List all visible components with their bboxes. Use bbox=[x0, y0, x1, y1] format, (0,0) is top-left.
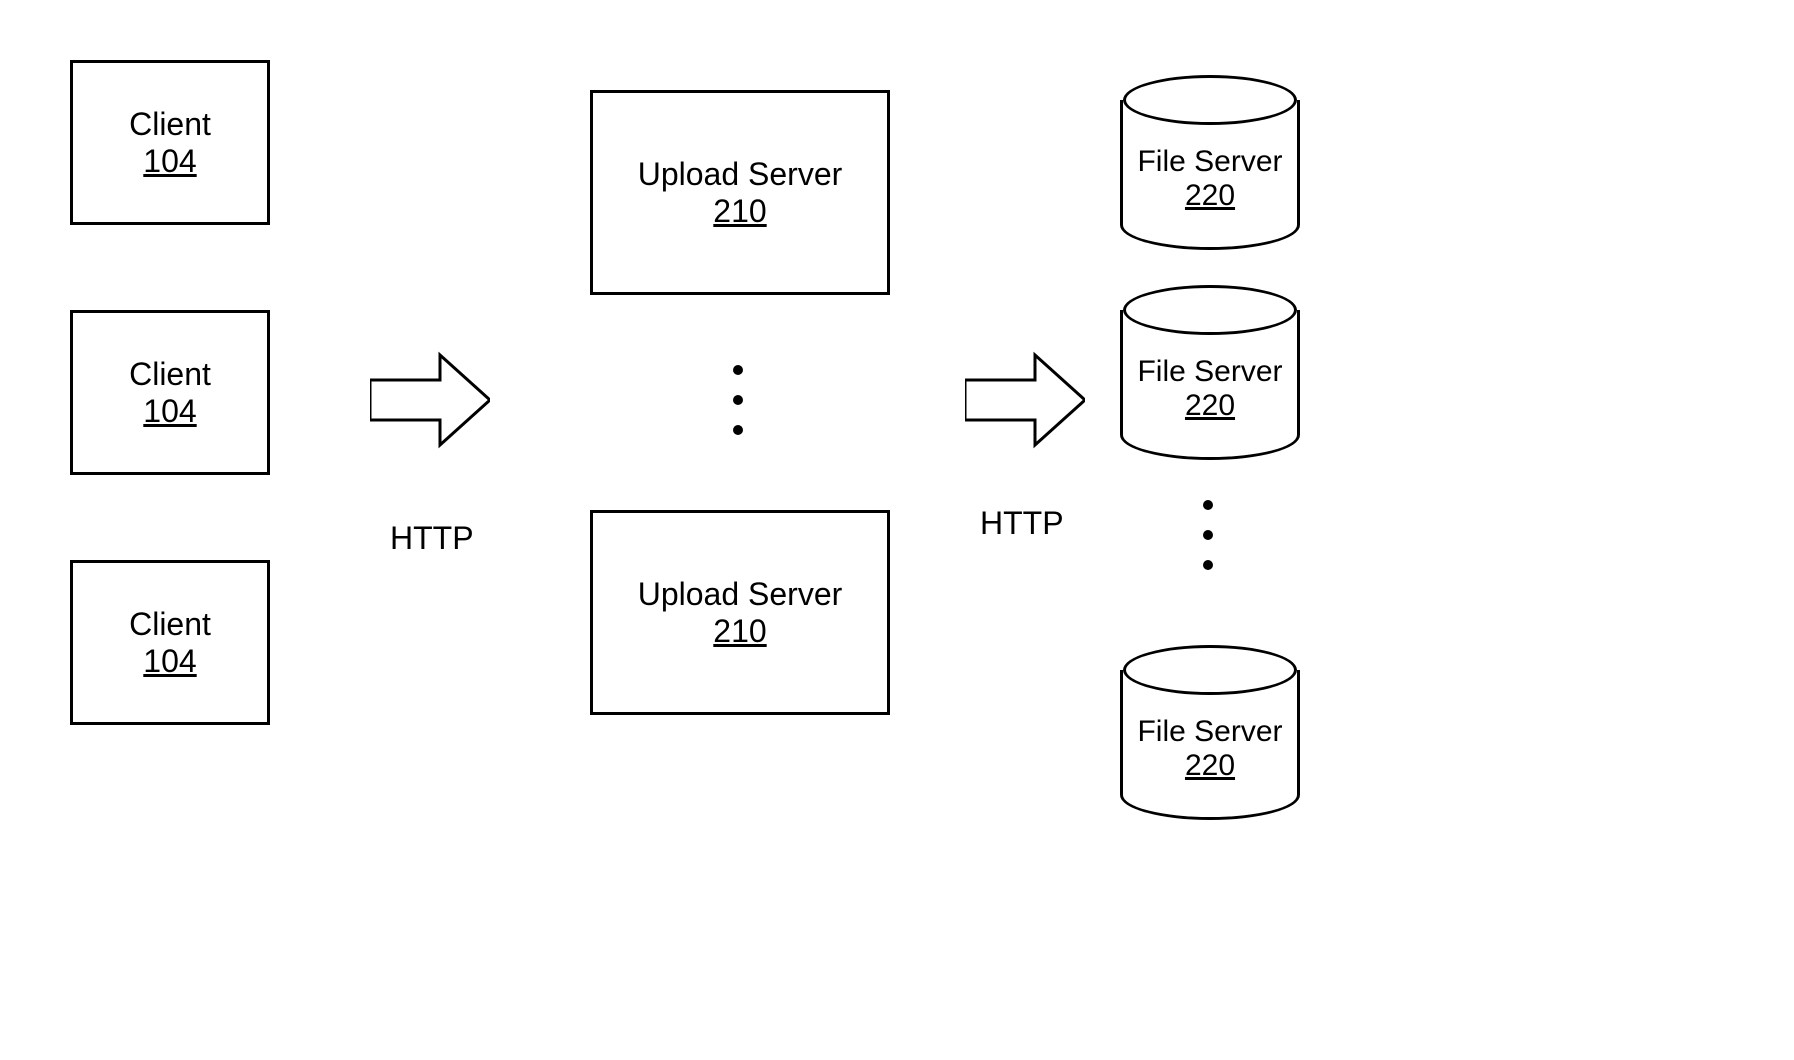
file-server-cylinder-2: File Server 220 bbox=[1120, 310, 1300, 460]
arrow-right-label: HTTP bbox=[980, 505, 1064, 542]
upload-server-box-1: Upload Server 210 bbox=[590, 90, 890, 295]
cylinder-top bbox=[1123, 75, 1297, 125]
client-label: Client bbox=[129, 606, 211, 643]
arrow-right-icon bbox=[965, 350, 1085, 450]
upload-server-label: Upload Server bbox=[638, 156, 843, 193]
dot-icon bbox=[733, 365, 743, 375]
file-server-number: 220 bbox=[1185, 749, 1235, 783]
cylinder-top bbox=[1123, 285, 1297, 335]
file-server-number: 220 bbox=[1185, 389, 1235, 423]
client-number: 104 bbox=[143, 393, 196, 430]
client-number: 104 bbox=[143, 143, 196, 180]
client-number: 104 bbox=[143, 643, 196, 680]
arrow-right bbox=[965, 350, 1085, 450]
upload-server-label: Upload Server bbox=[638, 576, 843, 613]
client-box-2: Client 104 bbox=[70, 310, 270, 475]
client-label: Client bbox=[129, 106, 211, 143]
file-server-cylinder-3: File Server 220 bbox=[1120, 670, 1300, 820]
upload-server-ellipsis bbox=[733, 365, 743, 435]
file-server-ellipsis bbox=[1203, 500, 1213, 570]
dot-icon bbox=[733, 395, 743, 405]
client-label: Client bbox=[129, 356, 211, 393]
arrow-left bbox=[370, 350, 490, 450]
arrow-left-label: HTTP bbox=[390, 520, 474, 557]
client-box-1: Client 104 bbox=[70, 60, 270, 225]
client-box-3: Client 104 bbox=[70, 560, 270, 725]
upload-server-box-2: Upload Server 210 bbox=[590, 510, 890, 715]
dot-icon bbox=[733, 425, 743, 435]
file-server-cylinder-1: File Server 220 bbox=[1120, 100, 1300, 250]
cylinder-top bbox=[1123, 645, 1297, 695]
file-server-number: 220 bbox=[1185, 179, 1235, 213]
upload-server-number: 210 bbox=[713, 193, 766, 230]
dot-icon bbox=[1203, 530, 1213, 540]
file-server-label: File Server bbox=[1137, 145, 1282, 179]
dot-icon bbox=[1203, 560, 1213, 570]
arrow-right-icon bbox=[370, 350, 490, 450]
file-server-label: File Server bbox=[1137, 715, 1282, 749]
dot-icon bbox=[1203, 500, 1213, 510]
file-server-label: File Server bbox=[1137, 355, 1282, 389]
upload-server-number: 210 bbox=[713, 613, 766, 650]
